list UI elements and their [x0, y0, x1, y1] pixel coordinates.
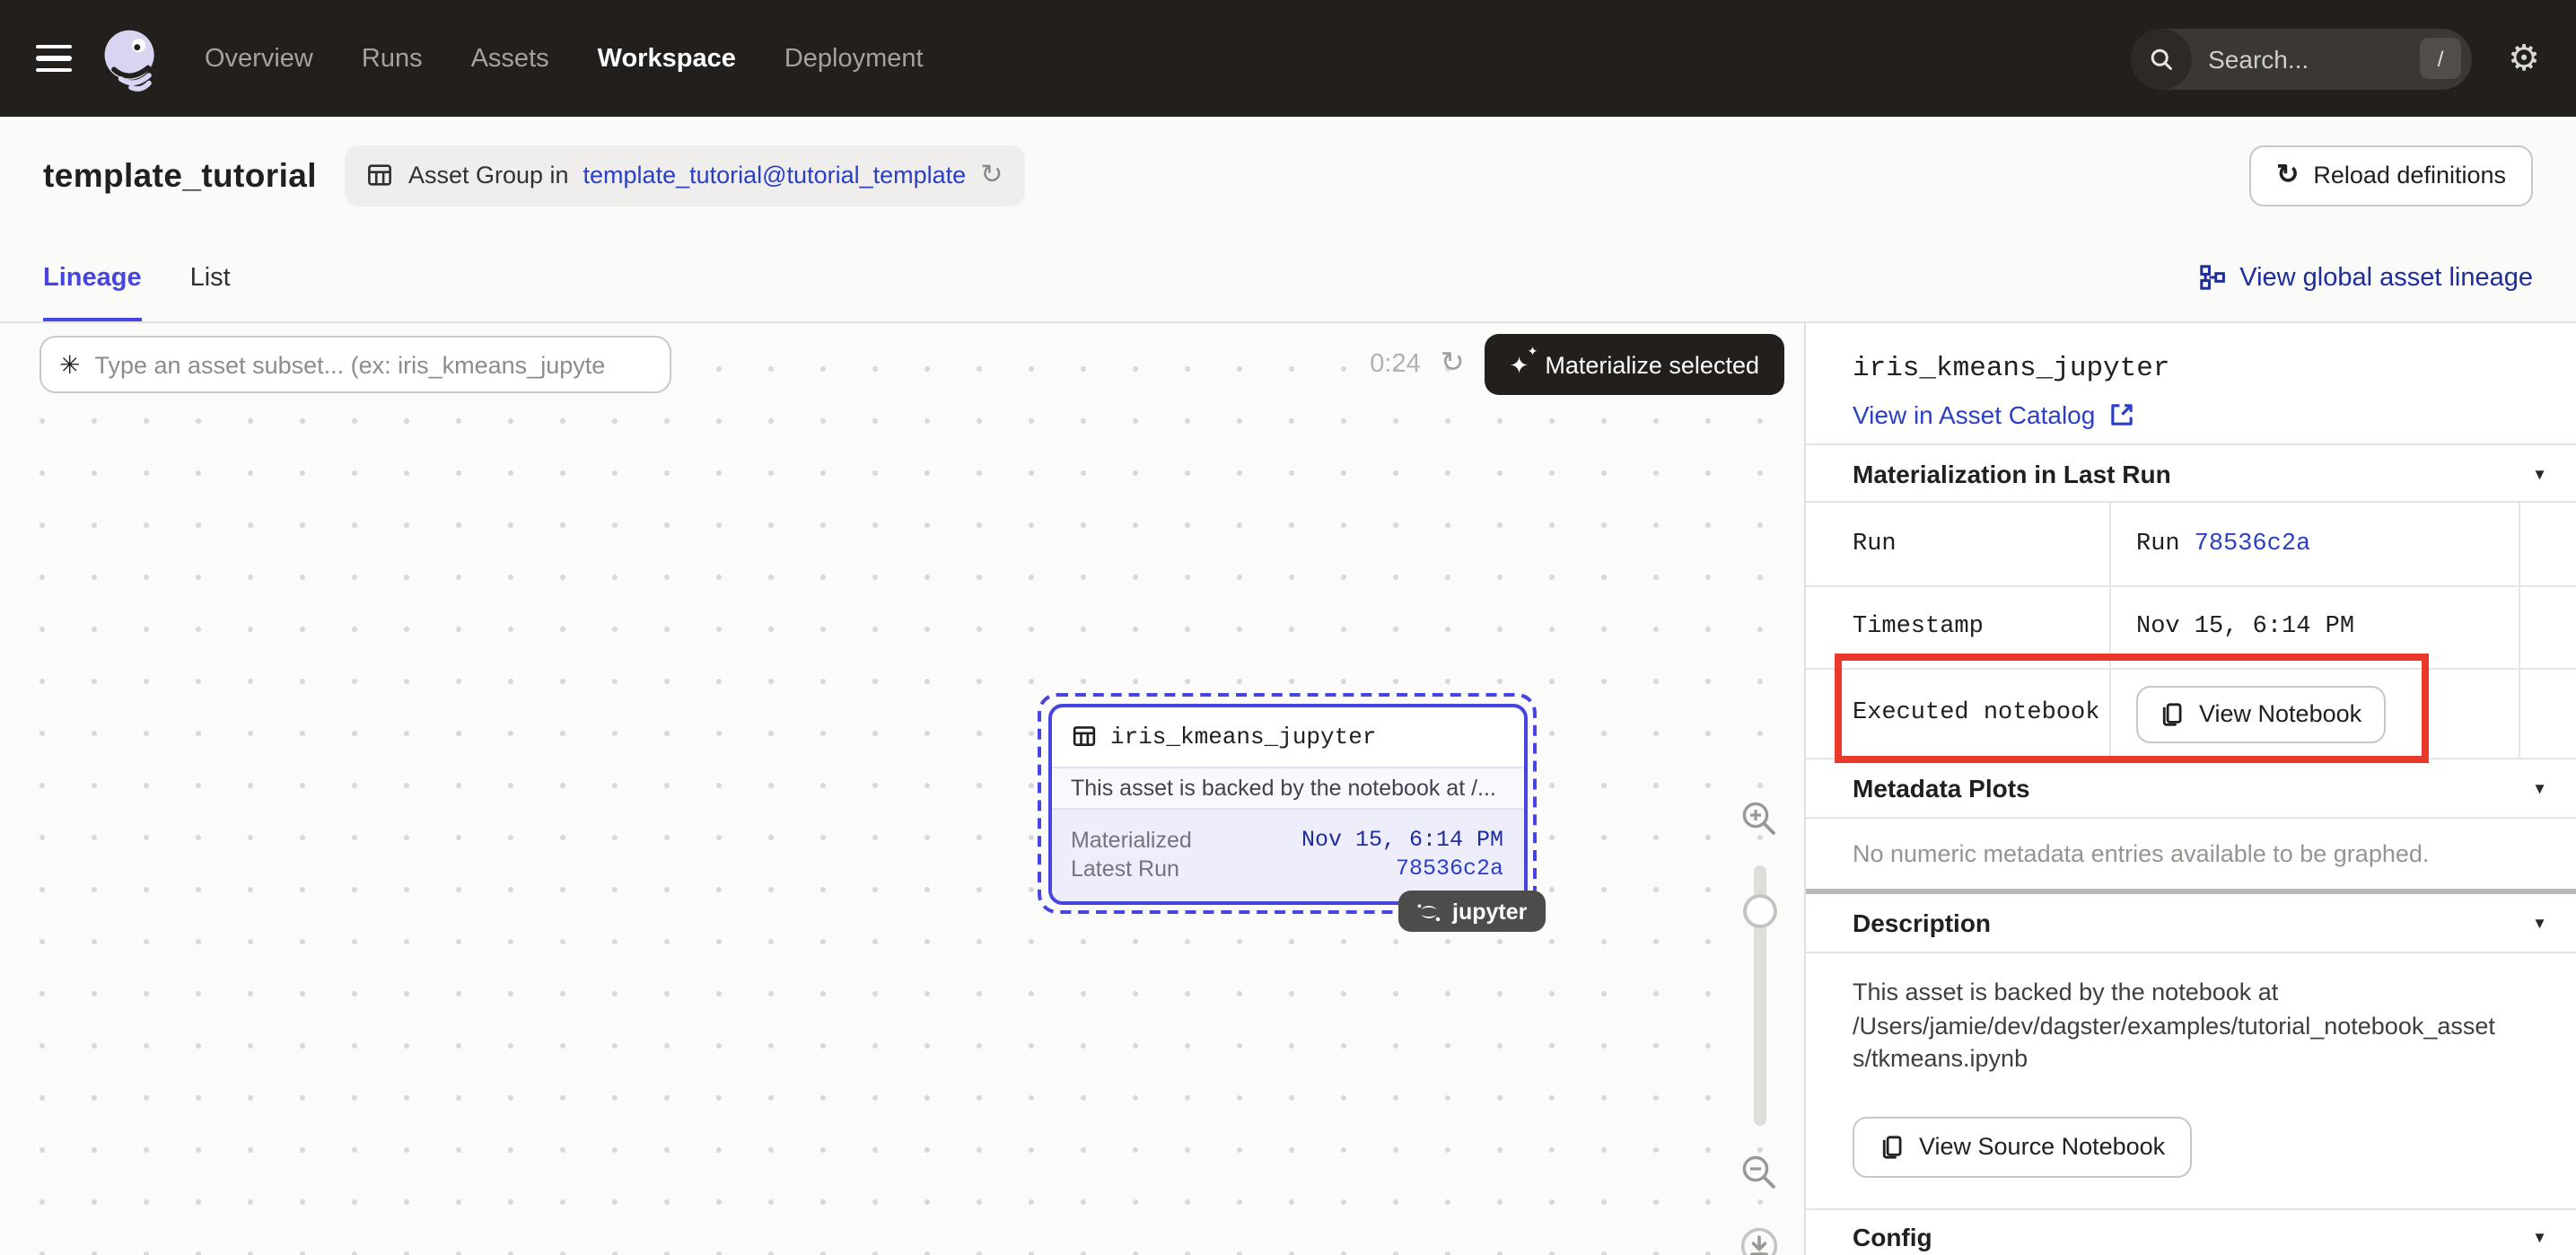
nav-item-assets[interactable]: Assets — [471, 44, 549, 73]
search-input[interactable]: Search... / — [2131, 28, 2472, 89]
table-row-executed-notebook: Executed notebook View Notebook — [1806, 670, 2576, 759]
chevron-down-icon[interactable]: ▼ — [2532, 1229, 2547, 1247]
main-content: ✳ Type an asset subset... (ex: iris_kmea… — [0, 323, 2576, 1255]
chevron-down-icon[interactable]: ▼ — [2532, 464, 2547, 482]
page-title: template_tutorial — [43, 155, 317, 195]
jupyter-logo-icon — [1416, 899, 1441, 924]
table-row-run: Run Run 78536c2a — [1806, 503, 2576, 587]
timestamp-row-label: Timestamp — [1806, 587, 2111, 668]
asset-group-chip[interactable]: Asset Group in template_tutorial@tutoria… — [346, 145, 1024, 206]
nav-item-workspace[interactable]: Workspace — [598, 44, 736, 73]
page-header: template_tutorial Asset Group in templat… — [0, 117, 2576, 233]
run-id-link[interactable]: 78536c2a — [2195, 531, 2311, 557]
timestamp-row-value: Nov 15, 6:14 PM — [2111, 587, 2520, 668]
reload-refresh-icon: ↻ — [2276, 162, 2299, 189]
executed-notebook-label: Executed notebook — [1806, 670, 2111, 758]
section-description[interactable]: Description ▼ — [1806, 894, 2576, 953]
tab-lineage[interactable]: Lineage — [43, 233, 142, 321]
top-nav-bar: Overview Runs Assets Workspace Deploymen… — [0, 0, 2576, 117]
tab-list[interactable]: List — [190, 233, 231, 321]
materialize-selected-button[interactable]: ✦ Materialize selected — [1485, 334, 1784, 395]
materialized-value: Nov 15, 6:14 PM — [1301, 828, 1503, 853]
view-notebook-button[interactable]: View Notebook — [2136, 685, 2385, 742]
run-row-value: Run 78536c2a — [2111, 503, 2520, 585]
lineage-graph-pane[interactable]: ✳ Type an asset subset... (ex: iris_kmea… — [0, 323, 1806, 1255]
graph-refresh-icon[interactable]: ↻ — [1441, 350, 1465, 379]
tabs-row: Lineage List View global asset lineage — [0, 233, 2576, 323]
asset-table-icon — [1071, 724, 1096, 749]
notebook-copy-icon — [1879, 1135, 1905, 1160]
chip-refresh-icon[interactable]: ↻ — [980, 162, 1003, 189]
chevron-down-icon[interactable]: ▼ — [2532, 914, 2547, 932]
asset-subset-placeholder: Type an asset subset... (ex: iris_kmeans… — [94, 351, 605, 378]
asset-node-stats: Materialized Nov 15, 6:14 PM Latest Run … — [1051, 809, 1523, 900]
external-link-icon — [2109, 402, 2134, 427]
panel-asset-name: iris_kmeans_jupyter — [1853, 352, 2544, 384]
gear-icon[interactable]: ⚙ — [2508, 40, 2540, 76]
view-global-asset-lineage-link[interactable]: View global asset lineage — [2198, 263, 2533, 292]
section-config[interactable]: Config ▼ — [1806, 1208, 2576, 1255]
search-shortcut-badge: / — [2420, 38, 2461, 79]
sparkles-icon: ✦ — [1510, 353, 1529, 376]
asset-node[interactable]: iris_kmeans_jupyter This asset is backed… — [1047, 703, 1527, 904]
notebook-copy-icon — [2160, 701, 2185, 726]
nav-item-deployment[interactable]: Deployment — [784, 44, 924, 73]
asset-group-chip-prefix: Asset Group in — [408, 162, 569, 189]
lineage-graph-icon — [2198, 264, 2225, 291]
latest-run-link[interactable]: 78536c2a — [1396, 856, 1503, 882]
op-selector-icon: ✳ — [59, 352, 80, 377]
jupyter-tag[interactable]: jupyter — [1398, 891, 1545, 932]
description-text: This asset is backed by the notebook at … — [1806, 953, 2531, 1077]
zoom-in-icon[interactable] — [1739, 799, 1779, 838]
zoom-slider-knob[interactable] — [1743, 894, 1777, 928]
app-viewport: Overview Runs Assets Workspace Deploymen… — [0, 0, 2576, 1255]
search-icon — [2131, 28, 2192, 89]
view-source-notebook-button[interactable]: View Source Notebook — [1853, 1117, 2192, 1178]
asset-node-name: iris_kmeans_jupyter — [1110, 723, 1376, 750]
asset-node-selection-outline: iris_kmeans_jupyter This asset is backed… — [1038, 693, 1537, 914]
chevron-down-icon[interactable]: ▼ — [2532, 779, 2547, 797]
view-in-asset-catalog-link[interactable]: View in Asset Catalog — [1853, 400, 2544, 429]
asset-group-grid-icon — [367, 162, 394, 189]
search-placeholder: Search... — [2208, 44, 2404, 73]
refresh-timer: 0:24 — [1370, 350, 1420, 379]
asset-node-description: This asset is backed by the notebook at … — [1051, 766, 1523, 809]
zoom-out-icon[interactable] — [1739, 1153, 1779, 1192]
table-row-timestamp: Timestamp Nov 15, 6:14 PM — [1806, 587, 2576, 670]
materialized-label: Materialized — [1071, 828, 1192, 853]
download-graph-icon[interactable] — [1739, 1226, 1779, 1255]
nav-menu: Overview Runs Assets Workspace Deploymen… — [205, 44, 924, 73]
panel-header: iris_kmeans_jupyter View in Asset Catalo… — [1806, 323, 2576, 443]
graph-toolbar: ✳ Type an asset subset... (ex: iris_kmea… — [39, 334, 1784, 395]
asset-subset-input[interactable]: ✳ Type an asset subset... (ex: iris_kmea… — [39, 336, 671, 393]
asset-group-chip-link[interactable]: template_tutorial@tutorial_template — [583, 162, 967, 189]
nav-item-runs[interactable]: Runs — [362, 44, 423, 73]
section-metadata-plots[interactable]: Metadata Plots ▼ — [1806, 759, 2576, 819]
hamburger-menu-icon[interactable] — [36, 45, 72, 72]
nav-item-overview[interactable]: Overview — [205, 44, 313, 73]
run-row-label: Run — [1806, 503, 2111, 585]
section-materialization-last-run[interactable]: Materialization in Last Run ▼ — [1806, 443, 2576, 503]
asset-details-panel: iris_kmeans_jupyter View in Asset Catalo… — [1806, 323, 2576, 1255]
dagster-logo-icon[interactable] — [97, 24, 165, 92]
latest-run-label: Latest Run — [1071, 856, 1179, 882]
reload-definitions-button[interactable]: ↻ Reload definitions — [2249, 145, 2533, 206]
metadata-plots-empty-message: No numeric metadata entries available to… — [1806, 819, 2576, 889]
